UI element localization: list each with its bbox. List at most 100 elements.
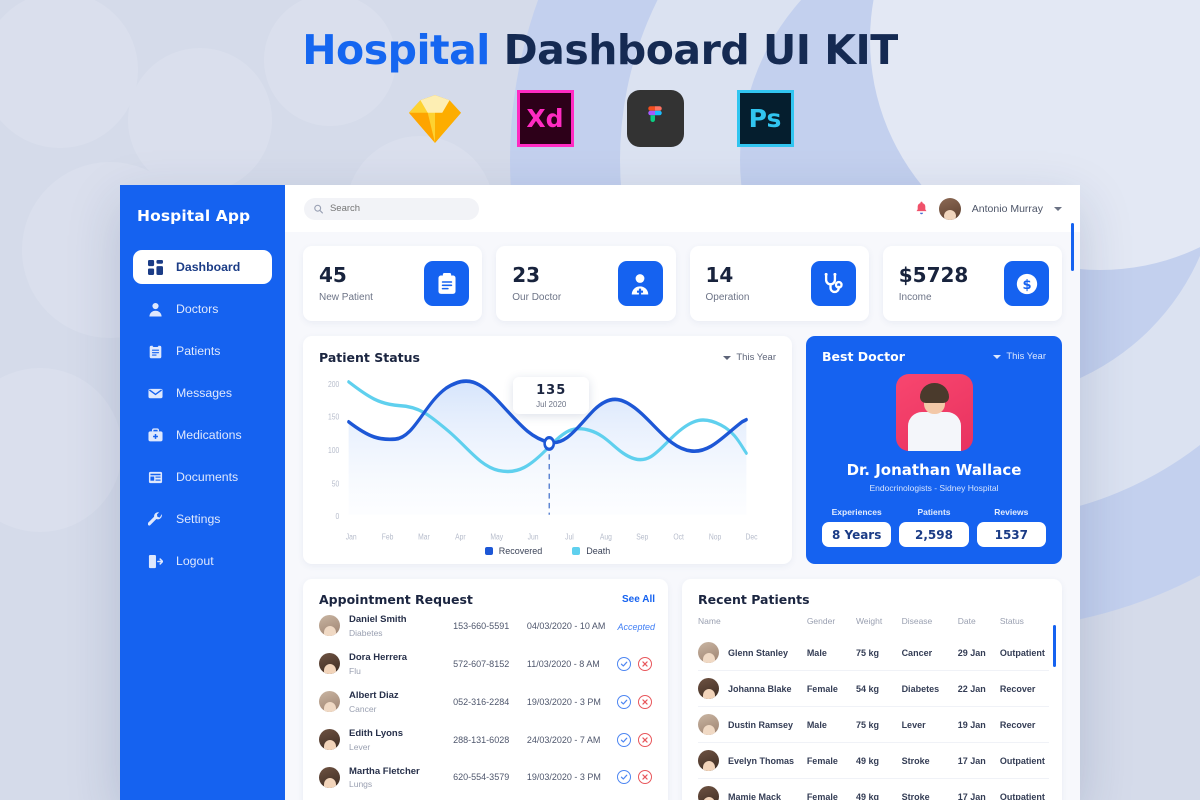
patient-gender: Male bbox=[806, 647, 827, 658]
sidebar-item-medications[interactable]: Medications bbox=[133, 418, 272, 452]
see-all-link[interactable]: See All bbox=[622, 594, 655, 605]
stat-label: Operation bbox=[705, 292, 750, 303]
recent-patients-title: Recent Patients bbox=[698, 592, 810, 607]
patient-date: 17 Jan bbox=[957, 778, 1000, 800]
table-row[interactable]: Edith Lyons Lever 288-131-6028 24/03/202… bbox=[319, 721, 655, 759]
documents-icon bbox=[147, 469, 163, 485]
legend-item-recovered: Recovered bbox=[484, 546, 542, 556]
accept-button[interactable] bbox=[617, 656, 632, 671]
notification-bell-icon[interactable] bbox=[915, 201, 928, 216]
column-header-gender: Gender bbox=[806, 616, 836, 626]
appointment-disease: Cancer bbox=[349, 703, 377, 714]
patient-name-cell: Mamie Mack bbox=[698, 786, 807, 800]
svg-text:0: 0 bbox=[336, 511, 340, 521]
svg-text:Jan: Jan bbox=[346, 532, 357, 542]
search-box[interactable] bbox=[304, 197, 479, 220]
chart-highlight-point bbox=[543, 435, 556, 451]
sidebar-item-label: Doctors bbox=[176, 302, 219, 316]
patient-disease: Cancer bbox=[901, 647, 933, 658]
svg-text:Jul: Jul bbox=[565, 532, 574, 542]
avatar[interactable] bbox=[938, 197, 961, 220]
status-badge: Outpatient bbox=[999, 778, 1049, 800]
svg-text:100: 100 bbox=[328, 445, 339, 455]
legend-swatch bbox=[484, 547, 493, 555]
doctor-icon bbox=[617, 261, 663, 306]
dashboard-content: 45 New Patient 23 Our Doctor 14 Operatio… bbox=[285, 223, 1080, 800]
table-row[interactable]: Mamie Mack Female 49 kg Stroke 17 Jan Ou… bbox=[698, 778, 1049, 800]
chevron-down-icon[interactable] bbox=[1054, 206, 1062, 211]
sidebar-item-label: Dashboard bbox=[176, 260, 241, 274]
table-row[interactable]: Evelyn Thomas Female 49 kg Stroke 17 Jan… bbox=[698, 742, 1049, 779]
table-row[interactable]: Glenn Stanley Male 75 kg Cancer 29 Jan O… bbox=[698, 635, 1049, 671]
sidebar-item-dashboard[interactable]: Dashboard bbox=[133, 250, 272, 284]
table-row[interactable]: Johanna Blake Female 54 kg Diabetes 22 J… bbox=[698, 670, 1049, 707]
sidebar-item-patients[interactable]: Patients bbox=[133, 334, 272, 368]
appointment-request-card: Appointment Request See All Daniel Smith… bbox=[303, 223, 1074, 800]
appointment-name: Dora Herrera bbox=[349, 651, 408, 663]
table-row[interactable]: Dora Herrera Flu 572-607-8152 11/03/2020… bbox=[319, 645, 655, 683]
patient-disease: Diabetes bbox=[901, 670, 958, 707]
svg-text:Nop: Nop bbox=[709, 532, 721, 542]
patient-status-card: Patient Status This Year 200 150 100 50 … bbox=[303, 336, 792, 564]
svg-text:Aug: Aug bbox=[600, 532, 612, 542]
reject-button[interactable] bbox=[638, 732, 653, 747]
table-row[interactable]: Daniel Smith Diabetes 153-660-5591 04/03… bbox=[319, 607, 655, 645]
accept-button[interactable] bbox=[617, 694, 632, 709]
table-row[interactable]: Albert Diaz Cancer 052-316-2284 19/03/20… bbox=[319, 683, 655, 721]
sidebar-item-messages[interactable]: Messages bbox=[133, 376, 272, 410]
legend-label: Death bbox=[586, 546, 611, 556]
clipboard-icon bbox=[424, 261, 470, 306]
period-label: This Year bbox=[1006, 351, 1046, 362]
scrollbar[interactable] bbox=[1071, 223, 1074, 271]
svg-text:May: May bbox=[490, 532, 503, 542]
best-doctor-card: Best Doctor This Year Dr. Jonathan Walla… bbox=[806, 336, 1062, 564]
appointment-datetime: 19/03/2020 - 3 PM bbox=[526, 696, 601, 707]
reject-button[interactable] bbox=[638, 656, 653, 671]
appointment-patient-text: Dora Herrera Flu bbox=[349, 652, 407, 676]
stat-card-our-doctor[interactable]: 23 Our Doctor bbox=[496, 246, 676, 321]
avatar bbox=[319, 615, 340, 637]
patient-weight: 49 kg bbox=[855, 778, 902, 800]
search-input[interactable] bbox=[329, 203, 469, 214]
avatar bbox=[319, 691, 340, 713]
sidebar-item-documents[interactable]: Documents bbox=[133, 460, 272, 494]
patient-status-period-selector[interactable]: This Year bbox=[723, 352, 776, 363]
legend-swatch bbox=[572, 547, 581, 555]
reject-button[interactable] bbox=[638, 770, 653, 785]
best-doctor-period-selector[interactable]: This Year bbox=[993, 351, 1046, 362]
photoshop-logo: Ps bbox=[736, 90, 794, 147]
table-row[interactable]: Martha Fletcher Lungs 620-554-3579 19/03… bbox=[319, 759, 655, 797]
stat-label: New Patient bbox=[319, 292, 373, 303]
bottom-row: Appointment Request See All Daniel Smith… bbox=[303, 223, 1074, 800]
grid-icon bbox=[147, 259, 163, 275]
doctor-name: Dr. Jonathan Wallace bbox=[846, 461, 1022, 479]
table-row[interactable]: Dustin Ramsey Male 75 kg Lever 19 Jan Re… bbox=[698, 706, 1049, 743]
sidebar: Hospital App Dashboard Doctors Patients … bbox=[120, 185, 285, 800]
accept-button[interactable] bbox=[617, 770, 632, 785]
stat-card-new-patient[interactable]: 45 New Patient bbox=[303, 246, 483, 321]
sidebar-item-doctors[interactable]: Doctors bbox=[133, 292, 272, 326]
doctor-photo bbox=[895, 374, 973, 451]
avatar bbox=[698, 786, 719, 800]
stat-card-operation[interactable]: 14 Operation bbox=[689, 246, 869, 321]
patient-name: Evelyn Thomas bbox=[728, 755, 795, 766]
page-title: Hospital Dashboard UI KIT bbox=[0, 26, 1200, 74]
sidebar-item-logout[interactable]: Logout bbox=[133, 544, 272, 578]
chart-legend: Recovered Death bbox=[319, 546, 776, 556]
stat-card-income[interactable]: $5728 Income $ bbox=[882, 246, 1062, 321]
scrollbar[interactable] bbox=[1053, 625, 1056, 667]
stat-text: 23 Our Doctor bbox=[512, 264, 561, 303]
sidebar-item-settings[interactable]: Settings bbox=[133, 502, 272, 536]
svg-text:Oct: Oct bbox=[673, 532, 684, 542]
doctor-specialty: Endocrinologists - Sidney Hospital bbox=[869, 483, 999, 493]
chevron-down-icon bbox=[993, 354, 1002, 359]
appointment-title: Appointment Request bbox=[319, 592, 473, 607]
avatar bbox=[698, 714, 719, 735]
patient-date: 19 Jan bbox=[957, 706, 1000, 743]
reject-button[interactable] bbox=[638, 694, 653, 709]
hero-section: Hospital Dashboard UI KIT Xd Ps bbox=[0, 0, 1200, 147]
appointment-disease: Lever bbox=[349, 741, 371, 752]
appointment-phone: 153-660-5591 bbox=[453, 620, 510, 631]
accept-button[interactable] bbox=[617, 732, 632, 747]
patient-name-cell: Evelyn Thomas bbox=[698, 750, 807, 771]
